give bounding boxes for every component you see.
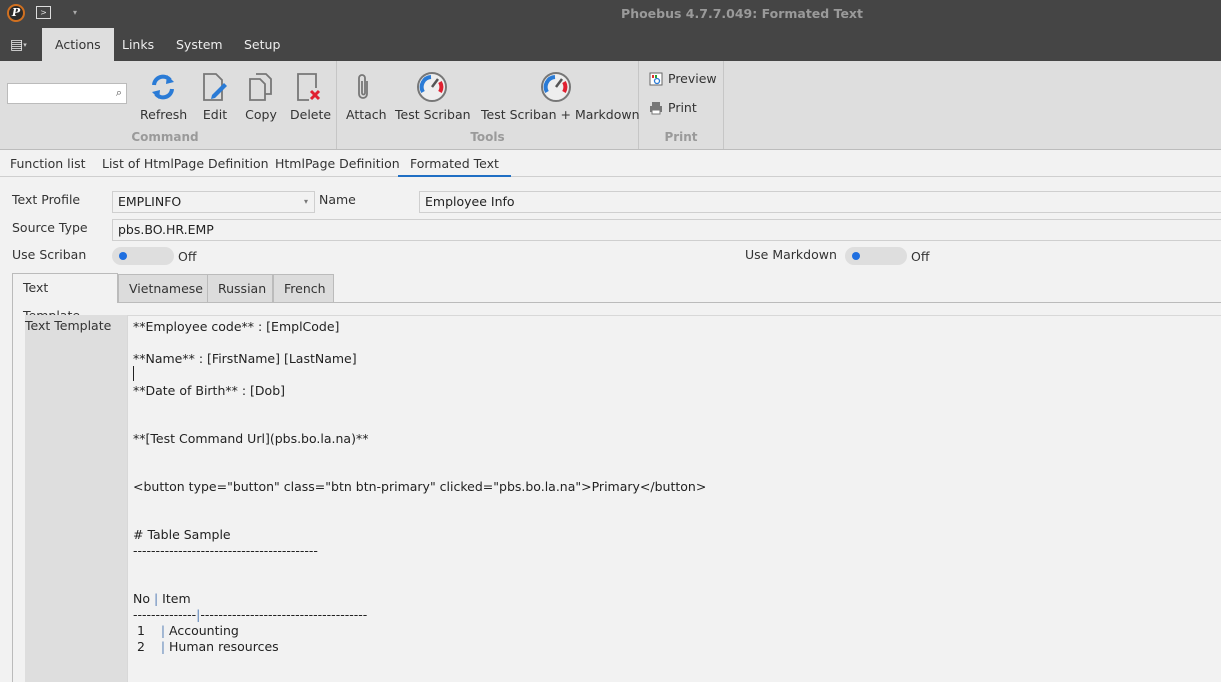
toggle-knob bbox=[852, 252, 860, 260]
menu-tab-actions[interactable]: Actions bbox=[42, 28, 114, 61]
template-line: **Employee code** : [EmplCode] bbox=[133, 319, 340, 334]
text-template-editor[interactable]: **Employee code** : [EmplCode] **Name** :… bbox=[127, 315, 1221, 682]
menu-tab-setup[interactable]: Setup bbox=[231, 28, 293, 61]
source-type-input[interactable]: pbs.BO.HR.EMP bbox=[112, 219, 1221, 241]
menu-tab-links[interactable]: Links bbox=[109, 28, 167, 61]
language-tabs: Text Template Vietnamese Russian French bbox=[12, 273, 1221, 323]
test-scriban-markdown-button[interactable]: Test Scriban + Markdown bbox=[481, 69, 640, 122]
name-input[interactable]: Employee Info bbox=[419, 191, 1221, 213]
ribbon-group-tools: Attach Test Scriban Test Scriban + Markd… bbox=[337, 61, 640, 149]
ribbon-group-label: Command bbox=[131, 130, 199, 144]
app-menu-button[interactable]: ▤▾ bbox=[10, 37, 27, 53]
text-profile-label: Text Profile bbox=[12, 192, 81, 207]
window-title: Phoebus 4.7.7.049: Formated Text bbox=[621, 6, 863, 21]
source-type-label: Source Type bbox=[12, 220, 88, 235]
attach-button[interactable]: Attach bbox=[346, 69, 387, 122]
preview-icon bbox=[649, 72, 663, 85]
copy-button[interactable]: Copy bbox=[244, 69, 278, 122]
name-label: Name bbox=[319, 192, 356, 207]
text-template-label: Text Template bbox=[25, 318, 112, 333]
ribbon-group-print: Preview Print Print bbox=[639, 61, 724, 149]
tab-text-template[interactable]: Text Template bbox=[12, 273, 118, 323]
tab-vietnamese[interactable]: Vietnamese bbox=[118, 274, 208, 302]
document-tabs: Function list List of HtmlPage Definitio… bbox=[0, 150, 1221, 177]
refresh-icon bbox=[152, 74, 174, 100]
toggle-knob bbox=[119, 252, 127, 260]
text-profile-select[interactable]: EMPLINFO ▾ bbox=[112, 191, 315, 213]
template-line: --------------|-------------------------… bbox=[133, 607, 368, 622]
template-line: **Name** : [FirstName] [LastName] bbox=[133, 351, 357, 366]
use-scriban-label: Use Scriban bbox=[12, 247, 87, 262]
template-line: **[Test Command Url](pbs.bo.la.na)** bbox=[133, 431, 369, 446]
title-bar: P > ▾ Phoebus 4.7.7.049: Formated Text bbox=[0, 0, 1221, 28]
menu-tab-system[interactable]: System bbox=[163, 28, 236, 61]
preview-button[interactable]: Preview bbox=[649, 71, 717, 86]
test-scriban-button[interactable]: Test Scriban bbox=[395, 69, 471, 122]
chevron-down-icon[interactable]: ▾ bbox=[304, 192, 308, 212]
refresh-button[interactable]: Refresh bbox=[140, 69, 187, 122]
template-line: <button type="button" class="btn btn-pri… bbox=[133, 479, 707, 494]
ribbon-group-label: Tools bbox=[470, 130, 505, 144]
use-scriban-state: Off bbox=[178, 249, 197, 264]
list-icon: ▤ bbox=[10, 37, 24, 53]
tab-htmlpage-definition[interactable]: HtmlPage Definition bbox=[263, 150, 412, 177]
template-line: # Table Sample bbox=[133, 527, 231, 542]
tab-list-of-htmlpage-definition[interactable]: List of HtmlPage Definition bbox=[90, 150, 281, 177]
edit-icon bbox=[203, 73, 227, 101]
tab-russian[interactable]: Russian bbox=[207, 274, 273, 302]
use-scriban-toggle[interactable] bbox=[112, 247, 174, 265]
ribbon-group-label: Print bbox=[664, 130, 698, 144]
tab-french[interactable]: French bbox=[273, 274, 334, 302]
ribbon: ⌕ Refresh Edit Copy Delete Command Attac… bbox=[0, 61, 1221, 150]
text-template-panel: Text Template **Employee code** : [EmplC… bbox=[12, 303, 1221, 682]
ribbon-group-command: ⌕ Refresh Edit Copy Delete Command bbox=[0, 61, 337, 149]
ribbon-search-input[interactable]: ⌕ bbox=[7, 83, 127, 104]
template-line: 1 | Accounting bbox=[133, 623, 239, 638]
printer-icon bbox=[650, 101, 662, 114]
menu-bar: ▤▾ Actions Links System Setup bbox=[0, 28, 1221, 61]
gauge-icon bbox=[417, 72, 447, 102]
delete-icon bbox=[297, 73, 321, 101]
paperclip-icon bbox=[358, 74, 368, 99]
edit-button[interactable]: Edit bbox=[200, 69, 230, 122]
delete-button[interactable]: Delete bbox=[290, 69, 331, 122]
use-markdown-toggle[interactable] bbox=[845, 247, 907, 265]
tab-function-list[interactable]: Function list bbox=[0, 150, 98, 177]
text-template-label-column: Text Template bbox=[25, 315, 127, 682]
tab-formated-text[interactable]: Formated Text bbox=[398, 150, 511, 177]
copy-icon bbox=[249, 73, 272, 101]
template-line: ----------------------------------------… bbox=[133, 543, 318, 558]
gauge-icon bbox=[541, 72, 571, 102]
chevron-down-icon: ▾ bbox=[23, 41, 27, 49]
text-caret bbox=[133, 366, 134, 381]
use-markdown-state: Off bbox=[911, 249, 930, 264]
template-line: No | Item bbox=[133, 591, 191, 606]
template-line: 2 | Human resources bbox=[133, 639, 279, 654]
template-line: **Date of Birth** : [Dob] bbox=[133, 383, 286, 398]
use-markdown-label: Use Markdown bbox=[745, 247, 837, 262]
search-icon: ⌕ bbox=[115, 86, 122, 99]
print-button[interactable]: Print bbox=[649, 100, 697, 115]
